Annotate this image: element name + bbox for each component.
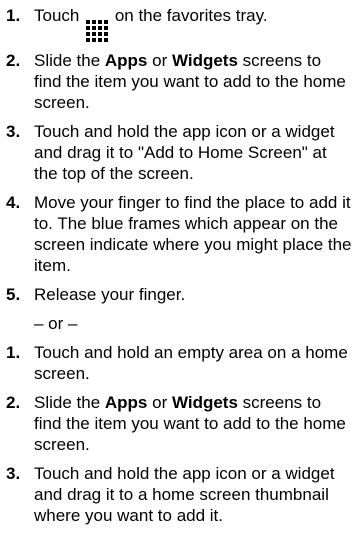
step-a-2: 2. Slide the Apps or Widgets screens to … (6, 50, 353, 113)
step-text: Slide the Apps or Widgets screens to fin… (34, 393, 346, 454)
step-text: Release your finger. (34, 285, 186, 304)
step-number: 2. (6, 51, 21, 70)
step-a-1: 1. Touch on the favorites tray. (6, 5, 353, 42)
step-b-1: 1. Touch and hold an empty area on a hom… (6, 342, 353, 384)
step-number: 3. (6, 464, 21, 483)
apps-grid-icon (86, 20, 109, 42)
step-a-3: 3. Touch and hold the app icon or a widg… (6, 121, 353, 184)
step-text: Move your finger to find the place to ad… (34, 193, 352, 275)
step-number: 1. (6, 343, 21, 362)
step-number: 1. (6, 6, 21, 25)
step-text: Slide the Apps or Widgets screens to fin… (34, 51, 346, 112)
step-text: Touch on the favorites tray. (34, 5, 353, 42)
step-number: 4. (6, 193, 21, 212)
step-a-4: 4. Move your finger to find the place to… (6, 192, 353, 276)
step-b-3: 3. Touch and hold the app icon or a widg… (6, 463, 353, 526)
step-number: 2. (6, 393, 21, 412)
instructions-document: 1. Touch on the favorites tray. 2. Slide… (0, 0, 357, 526)
step-text: Touch and hold the app icon or a widget … (34, 122, 335, 183)
step-number: 3. (6, 122, 21, 141)
step-number: 5. (6, 285, 21, 304)
step-a-5: 5. Release your finger. (6, 284, 353, 305)
widgets-term: Widgets (171, 51, 238, 70)
apps-term: Apps (104, 51, 148, 70)
step-b-2: 2. Slide the Apps or Widgets screens to … (6, 392, 353, 455)
step-text: Touch and hold an empty area on a home s… (34, 343, 348, 383)
widgets-term: Widgets (171, 393, 238, 412)
apps-term: Apps (104, 393, 148, 412)
or-separator: – or – (34, 314, 78, 333)
step-text: Touch and hold the app icon or a widget … (34, 464, 335, 525)
